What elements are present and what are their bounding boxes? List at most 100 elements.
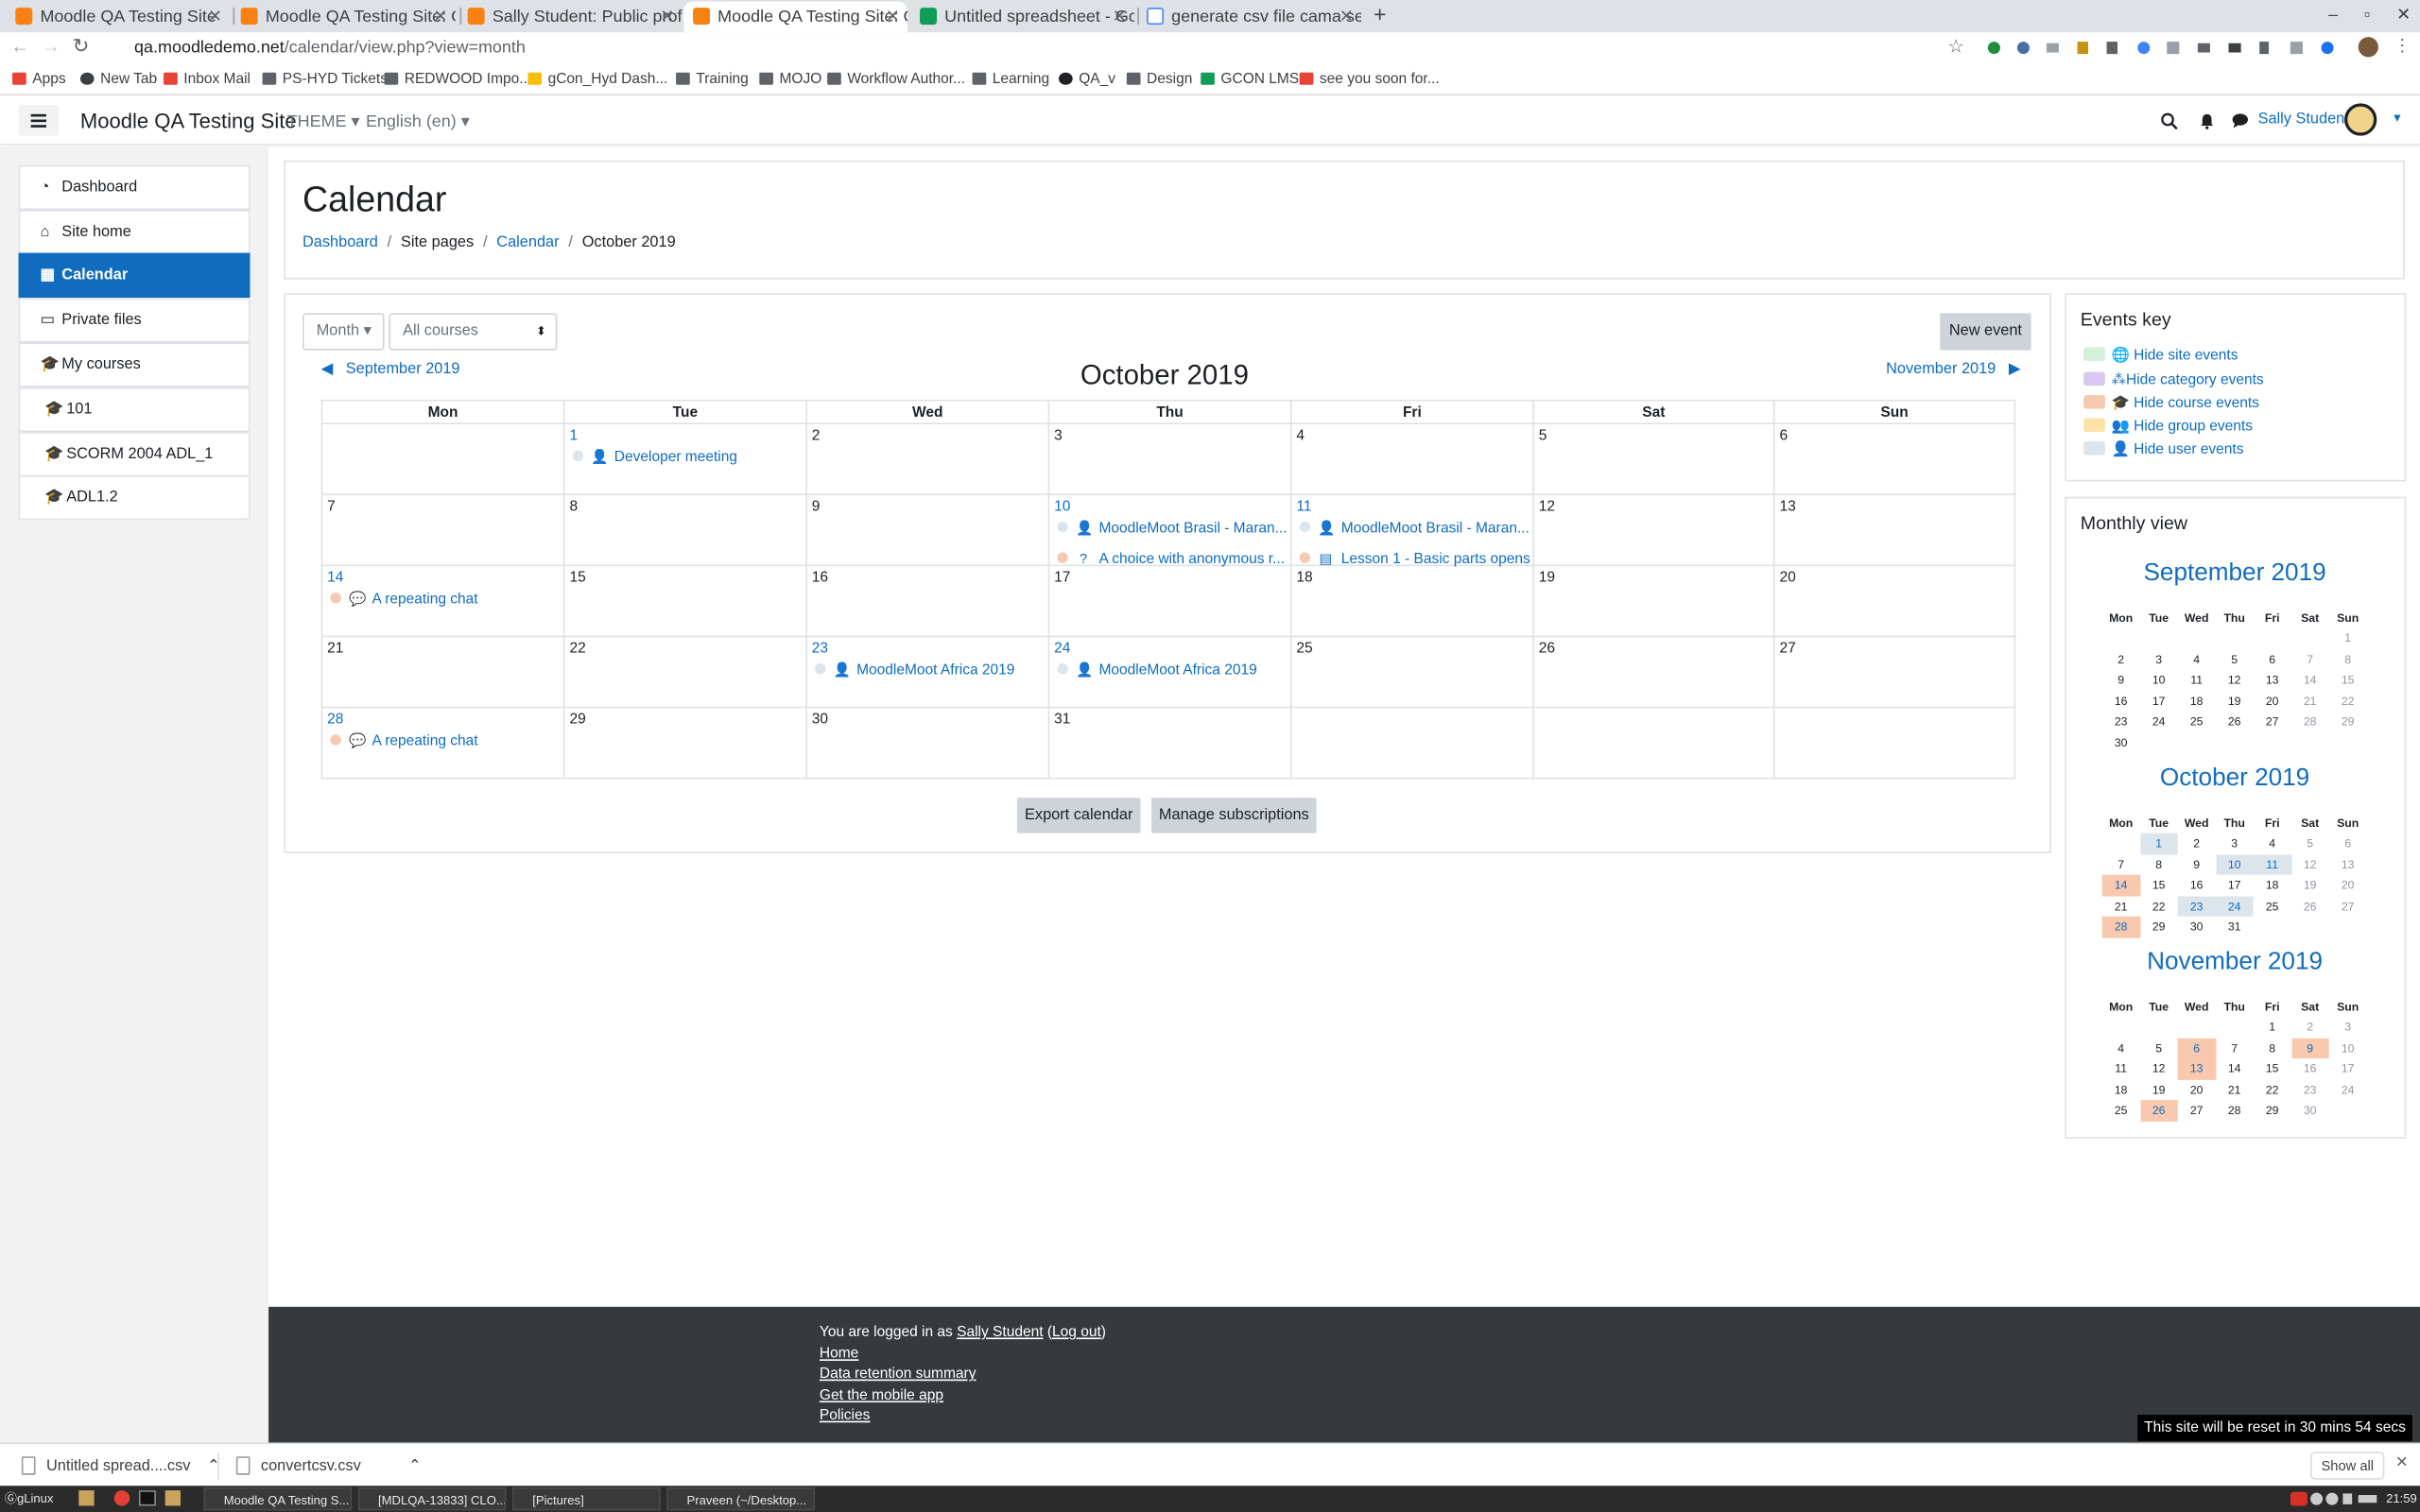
- day-cell[interactable]: 9: [805, 493, 1050, 567]
- calendar-event[interactable]: 👤 MoodleMoot Africa 2019: [815, 662, 1049, 679]
- day-cell[interactable]: 7: [320, 493, 565, 567]
- mobile-app-link[interactable]: Get the mobile app: [820, 1387, 943, 1404]
- window-controls[interactable]: – ▫ ✕: [2328, 0, 2411, 32]
- taskbar-window[interactable]: [Pictures]: [512, 1486, 661, 1511]
- next-month-link[interactable]: November 2019 ▶: [1886, 361, 2020, 378]
- mini-day[interactable]: 23: [2177, 895, 2216, 917]
- nav-course-101[interactable]: 🎓 101: [18, 387, 251, 433]
- chrome-icon[interactable]: [113, 1490, 130, 1506]
- bookmark-star-icon[interactable]: ☆: [1947, 36, 1964, 58]
- hide-site-events-link[interactable]: 🌐 Hide site events: [2083, 347, 2238, 364]
- bookmark[interactable]: QA_v: [1058, 65, 1115, 94]
- day-cell[interactable]: 14 💬 A repeating chat: [320, 564, 565, 638]
- extension-icons[interactable]: [1986, 40, 2357, 55]
- day-cell[interactable]: 31: [1047, 706, 1292, 780]
- breadcrumb-calendar[interactable]: Calendar: [496, 234, 559, 251]
- day-cell[interactable]: 5: [1532, 422, 1775, 496]
- site-name[interactable]: Moodle QA Testing Site: [80, 110, 297, 132]
- nav-calendar[interactable]: ▦ Calendar: [18, 252, 251, 299]
- mini-month-title[interactable]: October 2019: [2081, 765, 2390, 793]
- day-cell[interactable]: 4: [1289, 422, 1534, 496]
- close-icon[interactable]: ✕: [208, 2, 222, 33]
- day-number[interactable]: 1: [569, 427, 801, 444]
- forward-icon[interactable]: →: [42, 36, 60, 58]
- policies-link[interactable]: Policies: [820, 1407, 870, 1424]
- bookmark[interactable]: Workflow Author...: [827, 65, 965, 94]
- browser-tab[interactable]: Untitled spreadsheet - Googl✕: [910, 2, 1134, 33]
- export-calendar-button[interactable]: Export calendar: [1016, 798, 1141, 833]
- mini-month-title[interactable]: November 2019: [2081, 949, 2390, 976]
- day-cell[interactable]: 30: [805, 706, 1050, 780]
- mini-day[interactable]: 28: [2101, 916, 2140, 937]
- day-cell[interactable]: 12: [1532, 493, 1775, 567]
- show-all-button[interactable]: Show all: [2310, 1452, 2385, 1480]
- day-cell[interactable]: 18: [1289, 564, 1534, 638]
- day-number[interactable]: 10: [1054, 498, 1286, 515]
- day-cell[interactable]: 21: [320, 635, 565, 709]
- mini-day[interactable]: 14: [2101, 874, 2140, 896]
- data-retention-link[interactable]: Data retention summary: [820, 1366, 977, 1383]
- day-cell[interactable]: 11 👤 MoodleMoot Brasil - Maran... ▤ Lesson 1…: [1289, 493, 1534, 568]
- calendar-event[interactable]: 💬 A repeating chat: [330, 591, 564, 608]
- mini-day[interactable]: 9: [2290, 1037, 2329, 1058]
- taskbar-window[interactable]: Moodle QA Testing S...: [203, 1486, 353, 1511]
- day-number[interactable]: 14: [327, 569, 559, 586]
- breadcrumb-dashboard[interactable]: Dashboard: [302, 234, 378, 251]
- mini-day[interactable]: 6: [2177, 1037, 2216, 1058]
- mini-day[interactable]: 24: [2215, 895, 2254, 917]
- day-cell[interactable]: 15: [562, 564, 807, 638]
- bookmark[interactable]: GCON LMS: [1201, 65, 1299, 94]
- hide-user-events-link[interactable]: 👤 Hide user events: [2083, 440, 2244, 458]
- bookmark[interactable]: New Tab: [79, 65, 157, 94]
- theme-menu[interactable]: THEME ▾: [287, 112, 360, 131]
- bookmark[interactable]: Apps: [12, 65, 66, 94]
- day-number[interactable]: 28: [327, 712, 559, 729]
- mini-day[interactable]: 13: [2177, 1057, 2216, 1080]
- bookmark[interactable]: see you soon for...: [1299, 65, 1440, 94]
- close-icon[interactable]: ✕: [433, 2, 447, 33]
- day-cell[interactable]: 2: [805, 422, 1050, 496]
- close-icon[interactable]: ✕: [1113, 2, 1127, 33]
- day-cell[interactable]: 25: [1289, 635, 1534, 709]
- bookmark[interactable]: Training: [676, 65, 749, 94]
- terminal-icon[interactable]: [138, 1490, 156, 1506]
- reload-icon[interactable]: ↻: [73, 34, 90, 59]
- close-icon[interactable]: ✕: [2395, 1455, 2409, 1472]
- language-menu[interactable]: English (en) ▾: [366, 112, 470, 131]
- day-cell[interactable]: 20: [1772, 564, 2016, 638]
- day-cell[interactable]: 16: [805, 564, 1050, 638]
- avatar[interactable]: [2343, 103, 2377, 136]
- profile-avatar[interactable]: [2358, 37, 2378, 58]
- day-cell[interactable]: 8: [562, 493, 807, 567]
- nav-course-adl12[interactable]: 🎓 ADL1.2: [18, 474, 251, 521]
- start-menu[interactable]: ⒼgLinux: [5, 1486, 54, 1512]
- day-cell[interactable]: 3: [1047, 422, 1292, 496]
- bookmark[interactable]: Design: [1126, 65, 1192, 94]
- prev-month-link[interactable]: ◀ September 2019: [321, 361, 460, 378]
- files-icon[interactable]: [78, 1490, 95, 1506]
- download-item[interactable]: Untitled spread....csv ⌃: [19, 1453, 220, 1480]
- mini-day[interactable]: 1: [2139, 833, 2178, 854]
- taskbar-window[interactable]: [MDLQA-13833] CLO...: [357, 1486, 507, 1511]
- calendar-event[interactable]: 👤 MoodleMoot Africa 2019: [1057, 662, 1291, 679]
- bookmark[interactable]: REDWOOD Impo...: [384, 65, 531, 94]
- day-cell[interactable]: 6: [1772, 422, 2016, 496]
- view-select[interactable]: Month ▾: [302, 313, 385, 351]
- nav-my-courses[interactable]: 🎓 My courses: [18, 342, 251, 387]
- footer-user-link[interactable]: Sally Student: [957, 1324, 1043, 1341]
- footer-home-link[interactable]: Home: [820, 1346, 858, 1363]
- mini-day[interactable]: 10: [2215, 853, 2254, 875]
- user-menu-name[interactable]: Sally Student: [2258, 112, 2349, 129]
- browser-tab[interactable]: generate csv file cama separ✕: [1137, 2, 1361, 33]
- day-cell[interactable]: 19: [1532, 564, 1775, 638]
- day-number[interactable]: 24: [1054, 641, 1286, 658]
- browser-tab-active[interactable]: Moodle QA Testing Site: Calen✕: [683, 1, 908, 33]
- caret-down-icon[interactable]: ▾: [2394, 110, 2400, 127]
- menu-icon[interactable]: ⋮: [2394, 36, 2411, 56]
- back-icon[interactable]: ←: [10, 36, 29, 58]
- address-bar[interactable]: qa.moodledemo.net/calendar/view.php?view…: [108, 34, 1976, 61]
- hide-group-events-link[interactable]: 👥 Hide group events: [2083, 418, 2253, 435]
- search-icon[interactable]: [2161, 112, 2178, 130]
- day-cell[interactable]: 23 👤 MoodleMoot Africa 2019: [805, 635, 1050, 709]
- nav-private-files[interactable]: ▭ Private files: [18, 298, 251, 343]
